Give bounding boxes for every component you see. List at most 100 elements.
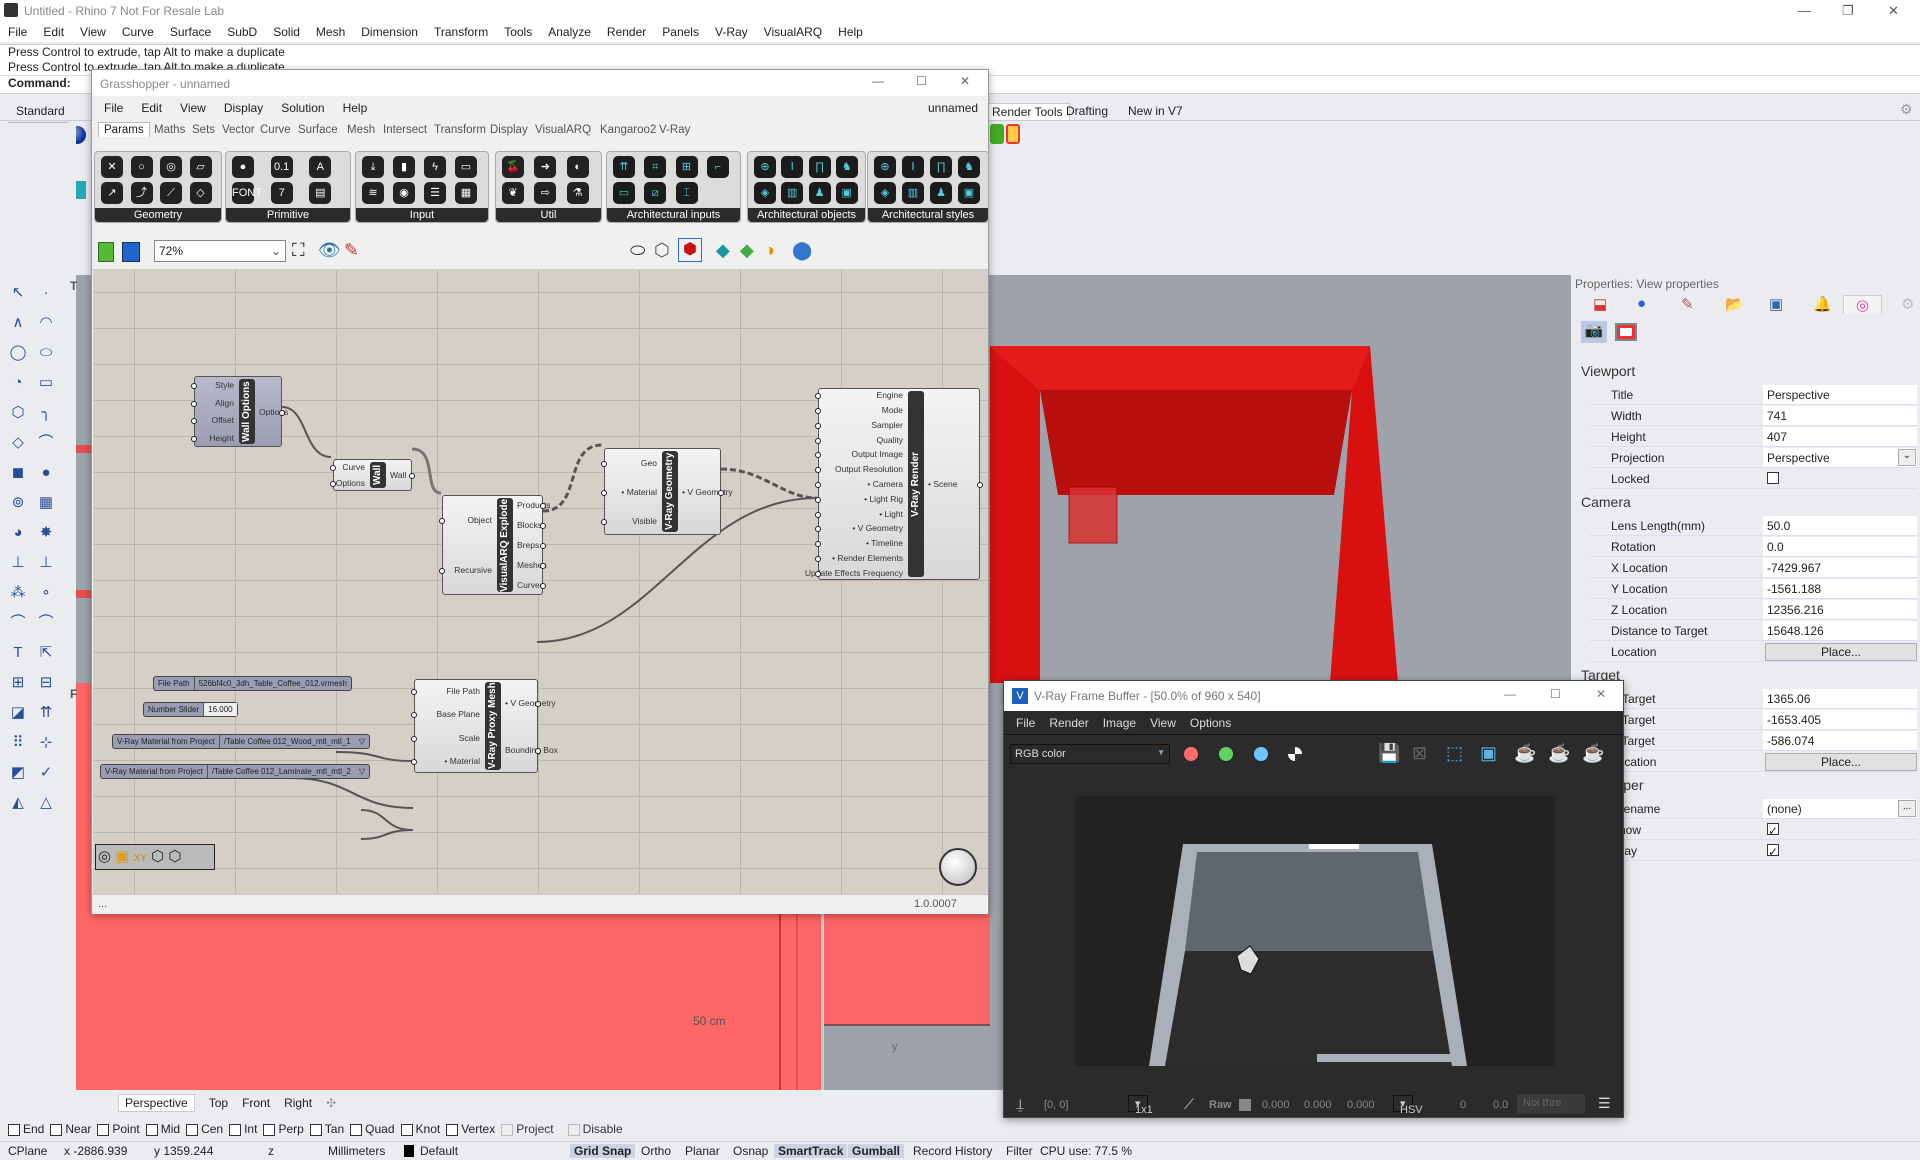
panel-label[interactable]: Input xyxy=(356,208,488,222)
input-camera[interactable]: • Camera xyxy=(867,479,903,489)
input-grip[interactable] xyxy=(191,400,197,407)
input-timeline[interactable]: • Timeline xyxy=(866,538,903,548)
gh-tab-params[interactable]: Params xyxy=(98,122,150,137)
viewport-frame-icon[interactable] xyxy=(1615,323,1637,341)
component-architectural-objects-icon[interactable]: ▣ xyxy=(835,182,858,204)
dim-linear-icon[interactable]: ⊥ xyxy=(34,552,58,574)
render-image[interactable] xyxy=(1075,796,1555,1066)
osnap-end[interactable]: End xyxy=(8,1122,44,1136)
ortho-toggle[interactable]: Ortho xyxy=(641,1144,671,1158)
select-icon[interactable]: ↖ xyxy=(6,282,30,304)
input-output-resolution[interactable]: Output Resolution xyxy=(835,464,903,474)
osnap-project[interactable]: Project xyxy=(501,1122,554,1136)
osnap-checkbox[interactable] xyxy=(567,1123,580,1136)
explode-icon[interactable]: ✸ xyxy=(34,522,58,544)
property-value-x-target[interactable]: 1365.06 xyxy=(1763,689,1917,708)
component-util-icon[interactable]: ◐ xyxy=(566,156,589,178)
status-cplane[interactable]: CPlane xyxy=(8,1144,47,1158)
record-history-toggle[interactable]: Record History xyxy=(913,1144,992,1158)
osnap-mid[interactable]: Mid xyxy=(145,1122,180,1136)
panel-label[interactable]: Util xyxy=(496,208,601,222)
input-grip[interactable] xyxy=(601,518,607,525)
component-architectural-styles-icon[interactable]: ♟ xyxy=(930,182,952,204)
osnap-near[interactable]: Near xyxy=(50,1122,91,1136)
osnap-checkbox[interactable] xyxy=(8,1123,20,1136)
input-material[interactable]: • Material xyxy=(621,487,657,497)
gh-tab-surface[interactable]: Surface xyxy=(298,124,338,136)
gh-tab-mesh[interactable]: Mesh xyxy=(347,124,375,136)
component-geometry-icon[interactable]: ◇ xyxy=(189,182,212,204)
component-input-icon[interactable]: ▭ xyxy=(455,156,477,178)
help-icon[interactable]: ▣ xyxy=(1769,295,1783,313)
input-grip[interactable] xyxy=(439,518,445,524)
output-grip[interactable] xyxy=(409,473,415,479)
vfb-minimize-button[interactable]: — xyxy=(1504,687,1516,701)
input-grip[interactable] xyxy=(411,735,417,742)
component-architectural-inputs-icon[interactable]: ⇈ xyxy=(613,156,635,178)
menu-curve[interactable]: Curve xyxy=(122,25,154,39)
property-value-projection[interactable]: Perspective xyxy=(1763,448,1917,467)
checkbox-show[interactable]: ✓ xyxy=(1767,823,1779,838)
gh-menu-file[interactable]: File xyxy=(104,101,123,115)
sweep-icon[interactable]: ⌒ xyxy=(34,432,58,454)
input-grip[interactable] xyxy=(815,570,821,577)
output-grip[interactable] xyxy=(535,700,541,707)
osnap-checkbox[interactable] xyxy=(446,1123,459,1136)
input-v-geometry[interactable]: • V Geometry xyxy=(852,523,903,533)
color-mode-dropdown[interactable]: HSV ▾ xyxy=(1393,1095,1423,1116)
gh-tab-sets[interactable]: Sets xyxy=(192,124,215,136)
browse-button[interactable]: ... xyxy=(1898,800,1916,817)
osnap-checkbox[interactable] xyxy=(229,1123,242,1136)
gh-tab-kangaroo2[interactable]: Kangaroo2 xyxy=(600,124,656,136)
component-architectural-objects-icon[interactable]: ▥ xyxy=(781,182,804,204)
solid-edit-icon[interactable]: ◪ xyxy=(6,702,30,724)
gh-tab-v-ray[interactable]: V-Ray xyxy=(659,124,690,136)
color-wheel-icon[interactable]: ◎ xyxy=(1843,295,1883,314)
gh-tab-curve[interactable]: Curve xyxy=(260,124,291,136)
smarttrack-toggle[interactable]: SmartTrack xyxy=(774,1144,848,1158)
input-grip[interactable] xyxy=(191,418,197,425)
input-quality[interactable]: Quality xyxy=(877,435,903,445)
gh-tab-transform[interactable]: Transform xyxy=(434,124,486,136)
polygon-icon[interactable]: ⬡ xyxy=(6,402,30,424)
input-grip[interactable] xyxy=(815,437,821,444)
component-architectural-styles-icon[interactable]: ⊕ xyxy=(874,156,896,178)
input-engine[interactable]: Engine xyxy=(877,390,903,400)
circle-icon[interactable]: ◯ xyxy=(6,342,30,364)
ellipse-icon[interactable]: ⬭ xyxy=(34,342,58,364)
vfb-menu-render[interactable]: Render xyxy=(1049,716,1088,730)
save-image-icon[interactable]: 💾 xyxy=(1378,743,1400,764)
node-wall-options[interactable]: Wall Options Style Align Offset Height Option… xyxy=(191,376,288,447)
grid-snap-toggle[interactable]: Grid Snap xyxy=(570,1144,636,1158)
gh-menu-solution[interactable]: Solution xyxy=(281,101,324,115)
front-viewport-label[interactable]: F xyxy=(70,687,77,701)
property-value-rotation[interactable]: 0.0 xyxy=(1763,537,1917,556)
split-icon[interactable]: ⊹ xyxy=(34,732,58,754)
component-geometry-icon[interactable]: ◎ xyxy=(160,156,182,178)
taper-icon[interactable]: ◩ xyxy=(6,762,30,784)
polyline-icon[interactable]: ∧ xyxy=(6,312,30,334)
document-preview-icon[interactable]: ◆ xyxy=(716,240,730,261)
component-util-icon[interactable]: ⚗ xyxy=(566,182,589,204)
param-value[interactable]: /Table Coffee 012_Wood_mtl_mtl_1 xyxy=(220,735,355,748)
curve-cp-icon[interactable]: ◠ xyxy=(34,312,58,334)
render-icon[interactable]: ☕ xyxy=(1582,743,1604,764)
transform-icon[interactable]: ⇱ xyxy=(34,642,58,664)
node-v-ray-proxy-mesh[interactable]: V-Ray Proxy Mesh File Path Base Plane Scale… xyxy=(411,679,558,773)
extrude-icon[interactable]: ⇈ xyxy=(34,702,58,724)
component-geometry-icon[interactable]: ⟋ xyxy=(160,182,182,204)
output-grip[interactable] xyxy=(540,523,546,529)
mesh-quality-icon[interactable]: ⬤ xyxy=(792,240,812,261)
input-options[interactable]: Options xyxy=(336,478,365,488)
component-architectural-objects-icon[interactable]: ♞ xyxy=(835,156,858,178)
zoom-extents-icon[interactable]: ⛶ xyxy=(292,240,305,261)
preview-shaded-icon[interactable]: ⬢ xyxy=(678,238,702,262)
property-value-z-location[interactable]: 12356.216 xyxy=(1763,600,1917,619)
menu-edit[interactable]: Edit xyxy=(43,25,64,39)
component-architectural-inputs-icon[interactable]: ⌶ xyxy=(675,182,698,204)
input-output-image[interactable]: Output Image xyxy=(851,449,903,459)
input-curve[interactable]: Curve xyxy=(342,462,365,472)
menu-panels[interactable]: Panels xyxy=(662,25,699,39)
osnap-checkbox[interactable] xyxy=(350,1123,363,1136)
component-input-icon[interactable]: ☰ xyxy=(424,182,446,204)
